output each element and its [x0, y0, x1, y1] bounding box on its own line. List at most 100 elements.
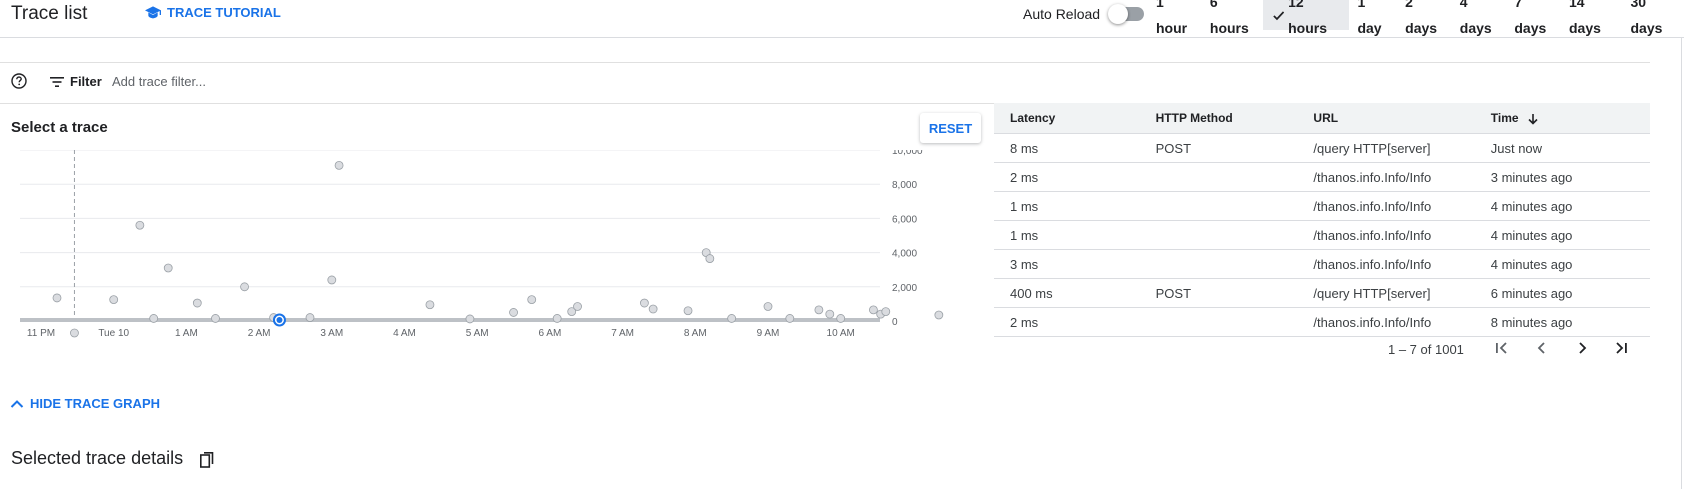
- table-row[interactable]: 1 ms/thanos.info.Info/Info 4 minutes ago: [994, 191, 1650, 221]
- time-range-7-days[interactable]: 7 days: [1506, 0, 1561, 36]
- y-tick-label: 6,000: [892, 214, 917, 225]
- trace-point[interactable]: [814, 305, 824, 315]
- table-row[interactable]: 2 ms/thanos.info.Info/Info 8 minutes ago: [994, 307, 1650, 337]
- column-header-label: Latency: [1010, 111, 1056, 125]
- baseline-trace-band: [20, 318, 880, 322]
- trace-point[interactable]: [785, 314, 795, 323]
- trace-point[interactable]: [334, 160, 344, 170]
- column-header-url[interactable]: URL: [1297, 103, 1475, 134]
- first-page-icon[interactable]: [1493, 339, 1511, 357]
- time-range-2-days[interactable]: 2 days: [1397, 0, 1452, 36]
- trace-point[interactable]: [192, 298, 202, 308]
- table-row[interactable]: 2 ms/thanos.info.Info/Info 3 minutes ago: [994, 162, 1650, 192]
- pagination-range: 1 – 7 of 1001: [1388, 342, 1464, 357]
- x-tick-label: 11 PM: [27, 328, 55, 339]
- table-cell: 2 ms: [994, 162, 1140, 192]
- table-body: 8 ms POST/query HTTP[server] Just now 2 ms /…: [994, 133, 1650, 337]
- trace-point[interactable]: [305, 313, 315, 322]
- previous-page-icon[interactable]: [1533, 339, 1551, 357]
- column-header-time[interactable]: Time: [1474, 103, 1650, 134]
- time-range-4-days[interactable]: 4 days: [1452, 0, 1507, 36]
- trace-point[interactable]: [836, 314, 846, 323]
- table-cell: /thanos.info.Info/Info: [1297, 191, 1475, 221]
- table-cell: /thanos.info.Info/Info: [1297, 220, 1475, 250]
- trace-point[interactable]: [465, 314, 475, 324]
- copy-icon[interactable]: [200, 452, 214, 468]
- trace-point[interactable]: [869, 305, 878, 315]
- trace-point[interactable]: [705, 254, 715, 263]
- next-page-icon[interactable]: [1573, 339, 1591, 357]
- trace-filter-input[interactable]: [112, 72, 712, 91]
- trace-point[interactable]: [727, 314, 737, 323]
- trace-point[interactable]: [552, 314, 562, 323]
- y-tick-label: 4,000: [892, 249, 917, 260]
- auto-reload-toggle[interactable]: [1108, 4, 1145, 24]
- table-cell: 4 minutes ago: [1474, 249, 1650, 279]
- trace-point[interactable]: [135, 220, 145, 230]
- help-icon[interactable]: [11, 73, 27, 89]
- trace-tutorial-link[interactable]: TRACE TUTORIAL: [145, 5, 281, 20]
- arrow-down-icon: [1527, 113, 1538, 125]
- selected-trace-point-core: [276, 317, 283, 323]
- trace-point[interactable]: [425, 300, 435, 310]
- chevron-up-icon: [10, 399, 24, 408]
- hide-trace-graph-button[interactable]: HIDE TRACE GRAPH: [10, 396, 160, 411]
- trace-point[interactable]: [52, 293, 62, 303]
- trace-point[interactable]: [240, 282, 249, 292]
- trace-point[interactable]: [573, 302, 582, 311]
- table-cell: 6 minutes ago: [1474, 278, 1650, 308]
- x-tick-label: 2 AM: [248, 328, 271, 339]
- trace-point[interactable]: [109, 295, 119, 305]
- table-cell: 1 ms: [994, 220, 1140, 250]
- table-cell: [1139, 249, 1298, 279]
- page-title: Trace list: [11, 3, 88, 24]
- header-divider: [0, 37, 1684, 38]
- column-header-http-method[interactable]: HTTP Method: [1139, 103, 1298, 134]
- trace-point[interactable]: [163, 263, 173, 273]
- trace-point[interactable]: [648, 304, 658, 314]
- trace-scatter-chart[interactable]: 10,000 8,000 6,000 4,000 2,000 0 11 PM Tue 10 1 …: [0, 150, 994, 360]
- time-range-30-days[interactable]: 30 days: [1622, 0, 1684, 36]
- table-cell: /query HTTP[server]: [1297, 278, 1475, 308]
- time-range-1-day[interactable]: 1 day: [1349, 0, 1397, 36]
- trace-point[interactable]: [934, 310, 944, 320]
- time-range-label: 4 days: [1459, 0, 1492, 36]
- table-row[interactable]: 8 ms POST/query HTTP[server] Just now: [994, 133, 1650, 163]
- x-tick-label: 4 AM: [393, 328, 416, 339]
- trace-point[interactable]: [327, 275, 337, 285]
- time-range-1-hour[interactable]: 1 hour: [1148, 0, 1202, 36]
- table-cell: 400 ms: [994, 278, 1140, 308]
- table-row[interactable]: 1 ms/thanos.info.Info/Info 4 minutes ago: [994, 220, 1650, 250]
- time-range-label: 6 hours: [1209, 0, 1249, 36]
- table-cell: 8 minutes ago: [1474, 307, 1650, 337]
- time-range-label: 30 days: [1630, 0, 1663, 36]
- trace-point[interactable]: [527, 295, 537, 305]
- table-cell: [1139, 191, 1298, 221]
- table-cell: [1139, 307, 1298, 337]
- time-range-label: 1 day: [1357, 0, 1382, 36]
- time-range-14-days[interactable]: 14 days: [1561, 0, 1623, 36]
- table-header-row: Latency HTTP Method URL Time: [994, 103, 1650, 134]
- trace-point[interactable]: [825, 309, 835, 319]
- table-row[interactable]: 3 ms/thanos.info.Info/Info 4 minutes ago: [994, 249, 1650, 279]
- table-row[interactable]: 400 ms POST/query HTTP[server] 6 minutes a…: [994, 278, 1650, 308]
- trace-point[interactable]: [763, 302, 773, 311]
- time-range-6-hours[interactable]: 6 hours: [1202, 0, 1263, 36]
- time-range-label: 1 hour: [1156, 0, 1188, 36]
- time-range-12-hours[interactable]: 12 hours: [1262, 0, 1350, 36]
- chart-title: Select a trace: [11, 119, 108, 136]
- column-header-latency[interactable]: Latency: [994, 103, 1140, 134]
- trace-point[interactable]: [640, 298, 649, 308]
- trace-point[interactable]: [509, 308, 518, 317]
- last-page-icon[interactable]: [1612, 339, 1630, 357]
- filter-label: Filter: [70, 74, 102, 89]
- filter-button[interactable]: Filter: [50, 74, 102, 89]
- trace-point[interactable]: [70, 328, 79, 338]
- scrollbar-track[interactable]: [1681, 38, 1682, 489]
- trace-point[interactable]: [683, 306, 693, 316]
- trace-point[interactable]: [211, 314, 220, 323]
- table-cell: 8 ms: [994, 133, 1140, 163]
- trace-point[interactable]: [149, 314, 159, 323]
- trace-point[interactable]: [881, 307, 891, 316]
- reset-button[interactable]: RESET: [920, 113, 981, 143]
